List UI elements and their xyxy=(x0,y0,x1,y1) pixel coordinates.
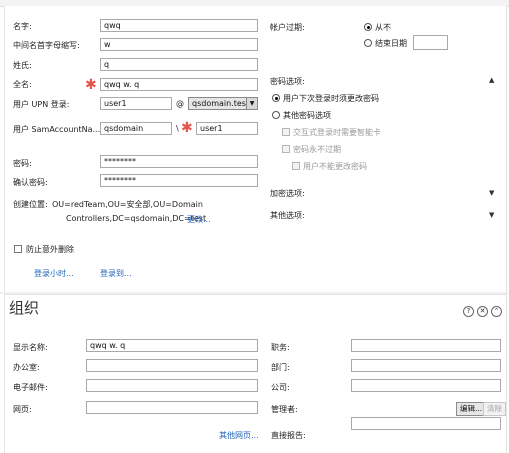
password-never-expires-checkbox[interactable] xyxy=(282,145,290,153)
display-name-input[interactable]: qwq w. q xyxy=(86,339,258,352)
other-options-label: 其他选项: xyxy=(270,211,305,220)
cannot-change-password-label: 用户不能更改密码 xyxy=(303,162,367,171)
smartcard-label: 交互式登录时需要智能卡 xyxy=(293,128,381,137)
job-title-input[interactable] xyxy=(351,339,501,352)
chevron-down-icon[interactable]: ▼ xyxy=(246,98,257,109)
last-name-label: 姓氏: xyxy=(13,61,32,70)
sam-required-icon: ✱ xyxy=(181,120,193,136)
full-name-input[interactable]: qwq w. q xyxy=(100,78,258,91)
clear-manager-button[interactable]: 清除 xyxy=(483,402,506,416)
help-icon[interactable]: ? xyxy=(463,306,474,317)
edit-manager-button[interactable]: 编辑... xyxy=(456,402,487,416)
office-input[interactable] xyxy=(86,359,258,372)
close-icon[interactable]: ✕ xyxy=(477,306,488,317)
other-password-options-radio[interactable] xyxy=(272,111,280,119)
full-name-label: 全名: xyxy=(13,80,32,89)
sam-separator: \ xyxy=(176,124,179,133)
first-name-input[interactable]: qwq xyxy=(100,19,258,32)
company-input[interactable] xyxy=(351,379,501,392)
webpage-label: 网页: xyxy=(13,405,32,414)
expires-never-radio[interactable] xyxy=(364,23,372,31)
must-change-password-radio[interactable] xyxy=(272,94,280,102)
expand-other-options-icon[interactable]: ▼ xyxy=(489,211,494,219)
cannot-change-password-checkbox[interactable] xyxy=(292,162,300,170)
must-change-password-label: 用户下次登录时须更改密码 xyxy=(283,94,379,103)
expires-never-label: 从不 xyxy=(375,23,391,32)
middle-initials-label: 中间名首字母缩写: xyxy=(13,41,80,50)
email-label: 电子邮件: xyxy=(13,383,48,392)
job-title-label: 职务: xyxy=(271,343,290,352)
department-input[interactable] xyxy=(351,359,501,372)
password-input[interactable]: ******** xyxy=(100,155,258,168)
create-in-path-line2: Controllers,DC=qsdomain,DC=test xyxy=(66,214,207,223)
collapse-password-options-icon[interactable]: ▲ xyxy=(489,76,494,84)
protect-deletion-label: 防止意外删除 xyxy=(26,245,74,254)
sam-label: 用户 SamAccountNa... xyxy=(13,125,101,134)
upn-domain-select[interactable]: qsdomain.test ▼ xyxy=(188,97,258,110)
protect-deletion-checkbox[interactable] xyxy=(14,245,22,253)
create-in-label: 创建位置: xyxy=(13,200,48,209)
change-location-link[interactable]: 更改... xyxy=(187,214,211,225)
confirm-password-label: 确认密码: xyxy=(13,178,48,187)
smartcard-checkbox[interactable] xyxy=(282,128,290,136)
password-options-label: 密码选项: xyxy=(270,77,305,86)
office-label: 办公室: xyxy=(13,363,40,372)
logon-to-link[interactable]: 登录到... xyxy=(100,268,132,279)
logon-hours-link[interactable]: 登录小时... xyxy=(34,268,74,279)
end-date-input[interactable] xyxy=(413,35,448,50)
end-date-label: 结束日期 xyxy=(375,39,407,48)
other-webpages-link[interactable]: 其他网页... xyxy=(219,430,259,441)
organization-title: 组织 xyxy=(9,299,40,317)
account-expires-label: 帐户过期: xyxy=(270,23,305,32)
upn-user-input[interactable]: user1 xyxy=(100,97,172,110)
manager-input xyxy=(351,417,501,430)
webpage-input[interactable] xyxy=(86,401,258,414)
manager-label: 管理者: xyxy=(271,405,298,414)
middle-initials-input[interactable]: w xyxy=(100,38,258,51)
collapse-icon[interactable]: ⌃ xyxy=(491,306,502,317)
sam-user-input[interactable]: user1 xyxy=(196,122,258,135)
department-label: 部门: xyxy=(271,363,290,372)
password-label: 密码: xyxy=(13,159,32,168)
display-name-label: 显示名称: xyxy=(13,343,48,352)
password-never-expires-label: 密码永不过期 xyxy=(293,145,341,154)
full-name-required-icon: ✱ xyxy=(85,77,97,93)
expires-end-date-radio[interactable] xyxy=(364,39,372,47)
first-name-label: 名字: xyxy=(13,22,32,31)
sam-domain-input: qsdomain xyxy=(100,122,172,135)
direct-reports-label: 直接报告: xyxy=(271,431,306,440)
company-label: 公司: xyxy=(271,383,290,392)
email-input[interactable] xyxy=(86,379,258,392)
confirm-password-input[interactable]: ******** xyxy=(100,174,258,187)
last-name-input[interactable]: q xyxy=(100,58,258,71)
upn-label: 用户 UPN 登录: xyxy=(13,100,70,109)
encryption-options-label: 加密选项: xyxy=(270,189,305,198)
upn-at-sign: @ xyxy=(176,99,184,108)
upn-domain-value: qsdomain.test xyxy=(192,99,250,108)
expand-encryption-icon[interactable]: ▼ xyxy=(489,189,494,197)
other-password-options-label: 其他密码选项 xyxy=(283,111,331,120)
create-in-path-line1: OU=redTeam,OU=安全部,OU=Domain xyxy=(52,200,203,209)
